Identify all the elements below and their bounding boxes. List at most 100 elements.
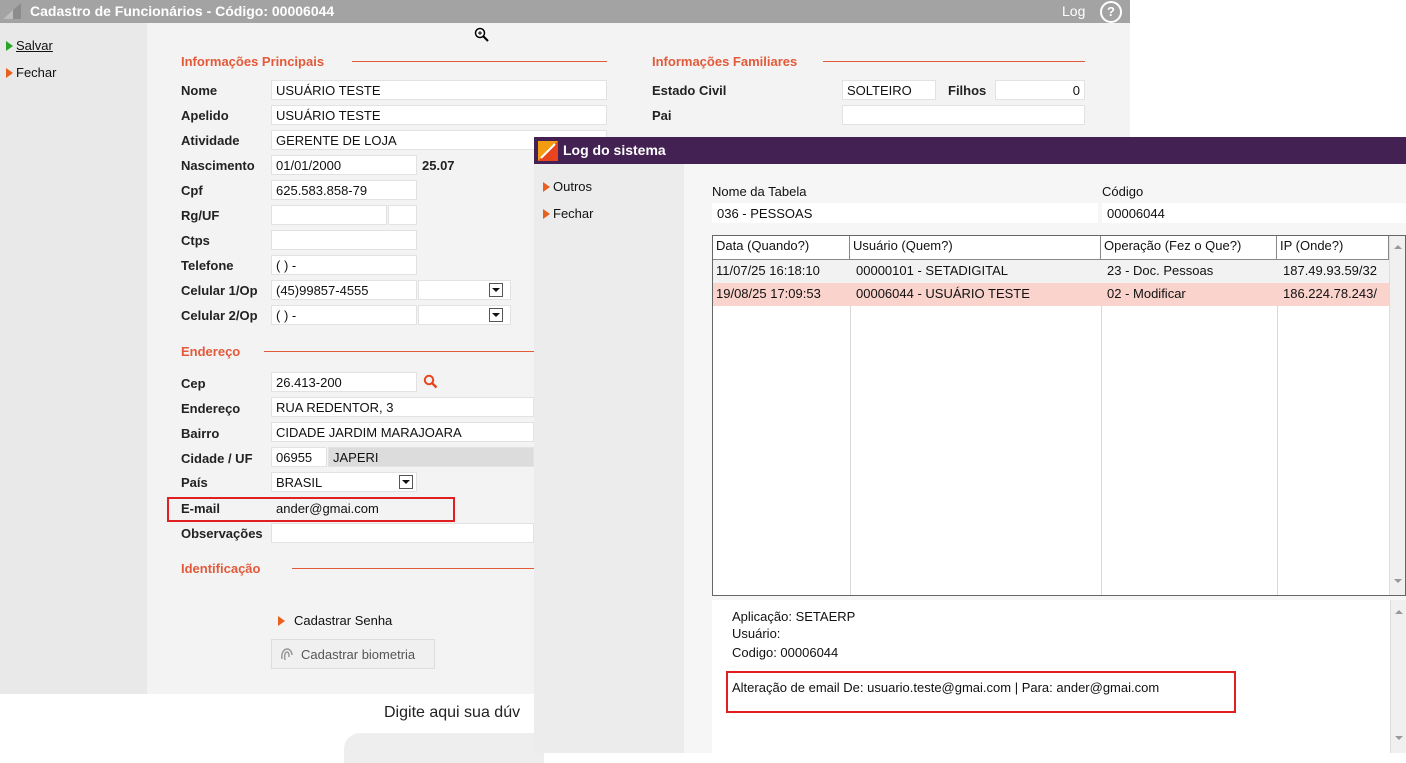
cep-field[interactable]: 26.413-200: [271, 372, 417, 392]
log-link[interactable]: Log: [1062, 3, 1085, 19]
table-scrollbar[interactable]: [1389, 236, 1405, 595]
rg-field[interactable]: [271, 205, 387, 225]
section-title-identificacao: Identificação: [181, 561, 261, 576]
chevron-down-icon[interactable]: [489, 308, 503, 322]
log-close-label: Fechar: [553, 206, 594, 221]
log-close-button[interactable]: Fechar: [543, 206, 593, 221]
label-cidade: Cidade / UF: [181, 451, 253, 466]
chevron-down-icon[interactable]: [489, 283, 503, 297]
save-label: Salvar: [16, 38, 53, 53]
label-observacoes: Observações: [181, 526, 263, 541]
label-endereco: Endereço: [181, 401, 241, 416]
chevron-down-icon[interactable]: [399, 475, 413, 489]
log-title-bar: Log do sistema: [534, 137, 1406, 164]
section-divider: [292, 568, 534, 569]
label-pai: Pai: [652, 108, 672, 123]
pai-field[interactable]: [842, 105, 1085, 125]
question-input-box[interactable]: [344, 733, 544, 763]
help-icon[interactable]: ?: [1100, 1, 1122, 23]
email-field[interactable]: ander@gmai.com: [271, 498, 534, 518]
zoom-cursor-icon: [474, 27, 489, 42]
save-button[interactable]: Salvar: [6, 38, 53, 53]
details-scrollbar[interactable]: [1390, 600, 1406, 753]
label-atividade: Atividade: [181, 133, 240, 148]
others-button[interactable]: Outros: [543, 179, 592, 194]
estado-civil-field[interactable]: SOLTEIRO: [842, 80, 936, 100]
app-logo-icon: [538, 141, 558, 161]
scroll-down-icon[interactable]: [1395, 736, 1403, 740]
scroll-down-icon[interactable]: [1394, 579, 1402, 583]
column-divider: [1277, 260, 1278, 595]
detail-aplicacao: Aplicação: SETAERP: [732, 609, 856, 624]
celular2-field[interactable]: ( ) -: [271, 305, 417, 325]
cell-ip: 187.49.93.59/32: [1283, 263, 1377, 278]
log-details-panel: Aplicação: SETAERP Usuário: Codigo: 0000…: [712, 600, 1406, 753]
close-label: Fechar: [16, 65, 57, 80]
system-log-dialog: Log do sistema Outros Fechar Nome da Tab…: [534, 137, 1406, 753]
detail-codigo: Codigo: 00006044: [732, 645, 839, 660]
bairro-field[interactable]: CIDADE JARDIM MARAJOARA: [271, 422, 534, 442]
play-orange-icon: [543, 182, 550, 192]
section-divider: [264, 351, 534, 352]
register-biometrics-button[interactable]: Cadastrar biometria: [271, 639, 435, 669]
label-nascimento: Nascimento: [181, 158, 255, 173]
table-name-field: 036 - PESSOAS: [712, 203, 1098, 223]
nome-field[interactable]: USUÁRIO TESTE: [271, 80, 607, 100]
column-header-data[interactable]: Data (Quando?): [713, 236, 850, 260]
log-title: Log do sistema: [563, 142, 666, 158]
column-header-usuario[interactable]: Usuário (Quem?): [850, 236, 1101, 260]
ctps-field[interactable]: [271, 230, 417, 250]
register-password-label: Cadastrar Senha: [294, 613, 393, 628]
log-side-nav: Outros Fechar: [534, 164, 684, 753]
cidade-code-field[interactable]: 06955: [271, 447, 327, 467]
nascimento-field[interactable]: 01/01/2000: [271, 155, 417, 175]
scroll-up-icon[interactable]: [1394, 245, 1402, 249]
main-side-nav: Salvar Fechar: [0, 23, 147, 694]
label-telefone: Telefone: [181, 258, 234, 273]
cell-data: 19/08/25 17:09:53: [716, 286, 821, 301]
table-row[interactable]: 11/07/25 16:18:10 00000101 - SETADIGITAL…: [713, 260, 1389, 283]
column-divider: [850, 260, 851, 595]
label-ctps: Ctps: [181, 233, 210, 248]
label-celular1: Celular 1/Op: [181, 283, 258, 298]
section-title-principal: Informações Principais: [181, 54, 325, 69]
column-header-operacao[interactable]: Operação (Fez o Que?): [1101, 236, 1277, 260]
column-header-ip[interactable]: IP (Onde?): [1277, 236, 1389, 260]
close-button[interactable]: Fechar: [6, 65, 56, 80]
fingerprint-icon: [281, 648, 293, 661]
label-pais: País: [181, 475, 208, 490]
label-cpf: Cpf: [181, 183, 203, 198]
cidade-name-field: JAPERI: [328, 447, 534, 467]
main-title-bar: Cadastro de Funcionários - Código: 00006…: [0, 0, 1130, 23]
label-rg: Rg/UF: [181, 208, 220, 223]
label-cep: Cep: [181, 376, 206, 391]
celular1-field[interactable]: (45)99857-4555: [271, 280, 417, 300]
play-orange-icon: [278, 616, 285, 626]
telefone-field[interactable]: ( ) -: [271, 255, 417, 275]
pais-select[interactable]: BRASIL: [271, 472, 417, 492]
app-logo-icon: [3, 3, 21, 19]
uf-field[interactable]: [388, 205, 417, 225]
section-divider: [823, 61, 1085, 62]
others-label: Outros: [553, 179, 593, 194]
cell-data: 11/07/25 16:18:10: [716, 263, 820, 278]
register-password-button[interactable]: Cadastrar Senha: [278, 613, 392, 628]
play-green-icon: [6, 41, 13, 51]
search-icon[interactable]: [423, 374, 438, 389]
log-content: Nome da Tabela 036 - PESSOAS Código 0000…: [684, 164, 1406, 753]
label-bairro: Bairro: [181, 426, 220, 441]
scroll-up-icon[interactable]: [1395, 610, 1403, 614]
code-label: Código: [1102, 184, 1144, 199]
cpf-field[interactable]: 625.583.858-79: [271, 180, 417, 200]
label-email: E-mail: [181, 501, 221, 516]
apelido-field[interactable]: USUÁRIO TESTE: [271, 105, 607, 125]
play-orange-icon: [6, 68, 13, 78]
table-name-label: Nome da Tabela: [712, 184, 807, 199]
code-field: 00006044: [1102, 203, 1406, 223]
endereco-field[interactable]: RUA REDENTOR, 3: [271, 397, 534, 417]
section-title-endereco: Endereço: [181, 344, 241, 359]
observacoes-field[interactable]: [271, 523, 534, 543]
table-row-selected[interactable]: 19/08/25 17:09:53 00006044 - USUÁRIO TES…: [713, 283, 1389, 306]
section-title-familiar: Informações Familiares: [652, 54, 798, 69]
filhos-field[interactable]: 0: [995, 80, 1085, 100]
